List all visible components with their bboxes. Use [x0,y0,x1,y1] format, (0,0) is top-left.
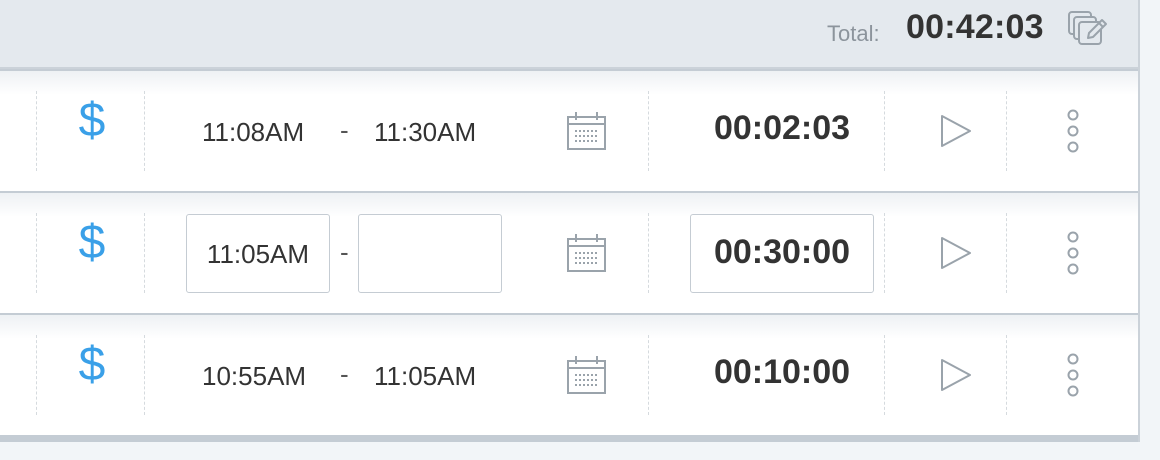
start-time[interactable]: 11:08AM [202,117,304,148]
column-divider [36,213,37,293]
column-divider [144,335,145,415]
column-divider [884,335,885,415]
calendar-icon[interactable] [566,233,608,273]
bulk-edit-icon[interactable] [1066,10,1110,50]
total-label: Total: [827,21,880,46]
total-value: 00:42:03 [906,8,1044,46]
calendar-icon[interactable] [566,355,608,395]
column-divider [884,91,885,171]
entries-header: Total: 00:42:03 [0,0,1138,69]
play-icon[interactable] [936,355,976,395]
billable-toggle[interactable]: $ [76,337,108,392]
calendar-icon[interactable] [566,111,608,151]
more-options-icon[interactable] [1060,107,1086,157]
column-divider [36,91,37,171]
column-divider [648,213,649,293]
column-divider [1006,91,1007,171]
time-separator: - [340,359,349,389]
duration[interactable]: 00:10:00 [690,353,874,392]
start-time[interactable]: 10:55AM [202,361,306,392]
play-icon[interactable] [936,233,976,273]
billable-toggle[interactable]: $ [76,93,108,148]
column-divider [144,213,145,293]
column-divider [648,335,649,415]
time-separator: - [340,115,349,145]
time-entry-row: $ 11:05AM - 00:30:00 [0,193,1138,313]
duration[interactable]: 00:02:03 [690,109,874,148]
duration-input[interactable]: 00:30:00 [690,214,874,293]
more-options-icon[interactable] [1060,229,1086,279]
billable-toggle[interactable]: $ [76,215,108,270]
start-time-input[interactable]: 11:05AM [186,214,330,293]
end-time[interactable]: 11:30AM [374,117,476,148]
end-time-input[interactable] [358,214,502,293]
time-entries-panel: Total: 00:42:03 $ 11:08AM - 11:30AM 00:0… [0,0,1140,442]
column-divider [144,91,145,171]
column-divider [1006,335,1007,415]
time-entry-row: $ 11:08AM - 11:30AM 00:02:03 [0,71,1138,191]
time-separator: - [340,237,349,267]
end-time[interactable]: 11:05AM [374,361,476,392]
column-divider [884,213,885,293]
column-divider [36,335,37,415]
more-options-icon[interactable] [1060,351,1086,401]
time-entry-row: $ 10:55AM - 11:05AM 00:10:00 [0,315,1138,435]
column-divider [648,91,649,171]
column-divider [1006,213,1007,293]
play-icon[interactable] [936,111,976,151]
